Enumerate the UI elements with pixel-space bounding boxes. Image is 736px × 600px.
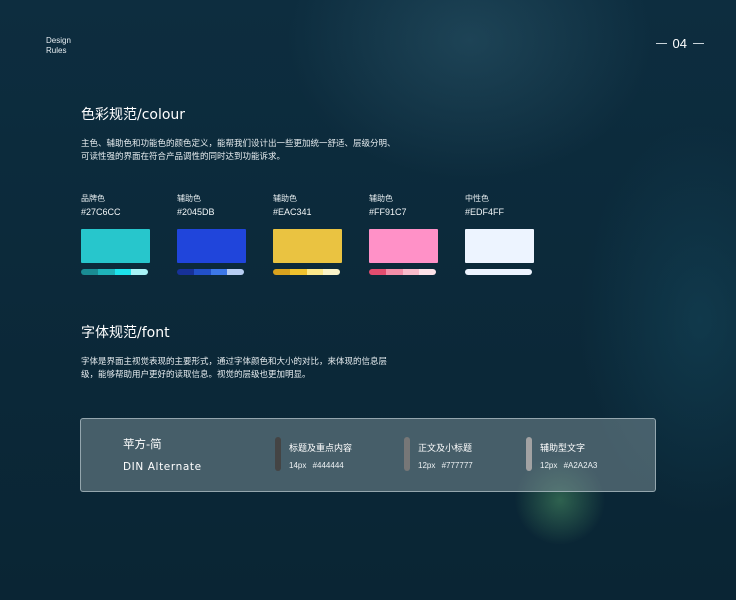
shade xyxy=(193,269,211,275)
swatch-shade-bar xyxy=(369,269,436,275)
typeface-cn: 苹方-简 xyxy=(123,437,162,451)
shade xyxy=(289,269,307,275)
swatch-auxiliary-pink: 辅助色 #FF91C7 xyxy=(369,193,438,275)
swatch-shade-bar xyxy=(465,269,532,275)
spec-meta: 12px #777777 xyxy=(418,461,473,470)
shade xyxy=(481,269,499,275)
swatch-color-block xyxy=(177,229,246,263)
background xyxy=(0,0,736,600)
shade xyxy=(210,269,228,275)
swatch-role: 品牌色 xyxy=(81,194,105,203)
dash-right xyxy=(693,43,704,44)
swatch-role: 辅助色 xyxy=(369,194,393,203)
text-color-pill xyxy=(526,437,532,471)
shade xyxy=(97,269,115,275)
swatch-shade-bar xyxy=(81,269,148,275)
shade xyxy=(323,269,340,275)
font-description-line-1: 字体是界面主视觉表现的主要形式，通过字体颜色和大小的对比，来体现的信息层 xyxy=(81,357,388,367)
text-color-pill xyxy=(404,437,410,471)
spec-label: 正文及小标题 xyxy=(418,444,473,454)
swatch-role: 辅助色 xyxy=(177,194,201,203)
colour-description-line-1: 主色、辅助色和功能色的颜色定义，能帮我们设计出一些更加统一舒适、层级分明、 xyxy=(81,139,396,149)
dash-left xyxy=(655,43,667,44)
shade xyxy=(114,269,132,275)
swatch-hex: #FF91C7 xyxy=(369,207,407,217)
shade xyxy=(498,269,516,275)
font-description-line-2: 级，能够帮助用户更好的读取信息。视觉的层级也更加明显。 xyxy=(81,370,311,380)
shade xyxy=(177,269,194,275)
colour-description-line-2: 可读性强的界面在符合产品调性的同时达到功能诉求。 xyxy=(81,152,286,162)
swatch-hex: #EAC341 xyxy=(273,207,312,217)
swatch-neutral: 中性色 #EDF4FF xyxy=(465,193,534,275)
shade xyxy=(402,269,420,275)
spec-label: 标题及重点内容 xyxy=(289,444,353,454)
swatch-role: 辅助色 xyxy=(273,194,297,203)
font-description: 字体是界面主视觉表现的主要形式，通过字体颜色和大小的对比，来体现的信息层 级，能… xyxy=(81,356,471,382)
shade xyxy=(465,269,482,275)
shade xyxy=(369,269,386,275)
swatch-hex: #EDF4FF xyxy=(465,207,505,217)
shade xyxy=(81,269,98,275)
brand-line-2: Rules xyxy=(46,46,67,55)
swatch-shade-bar xyxy=(273,269,340,275)
font-section-title: 字体规范/font xyxy=(81,325,170,341)
text-spec-heading: 标题及重点内容 14px #444444 xyxy=(275,437,352,471)
colour-swatches: 品牌色 #27C6CC 辅助色 #2045DB 辅助色 #EAC341 辅助色 … xyxy=(81,193,561,275)
swatch-color-block xyxy=(465,229,534,263)
spec-label: 辅助型文字 xyxy=(540,444,586,454)
spec-meta: 12px #A2A2A3 xyxy=(540,461,598,470)
spec-meta: 14px #444444 xyxy=(289,461,344,470)
shade xyxy=(131,269,148,275)
text-spec-body: 正文及小标题 12px #777777 xyxy=(404,437,473,471)
text-spec-auxiliary: 辅助型文字 12px #A2A2A3 xyxy=(526,437,597,471)
colour-description: 主色、辅助色和功能色的颜色定义，能帮我们设计出一些更加统一舒适、层级分明、 可读… xyxy=(81,138,471,164)
swatch-hex: #27C6CC xyxy=(81,207,121,217)
text-color-pill xyxy=(275,437,281,471)
shade xyxy=(273,269,290,275)
swatch-role: 中性色 xyxy=(465,194,489,203)
shade xyxy=(306,269,324,275)
shade xyxy=(419,269,436,275)
brand-line-1: Design xyxy=(46,36,71,45)
swatch-color-block xyxy=(369,229,438,263)
swatch-auxiliary-blue: 辅助色 #2045DB xyxy=(177,193,246,275)
swatch-shade-bar xyxy=(177,269,244,275)
page-number: 04 xyxy=(655,36,704,51)
swatch-brand: 品牌色 #27C6CC xyxy=(81,193,150,275)
typeface-card: 苹方-简 DIN Alternate 标题及重点内容 14px #444444 … xyxy=(80,418,656,492)
swatch-color-block xyxy=(273,229,342,263)
shade xyxy=(515,269,532,275)
shade xyxy=(385,269,403,275)
page-number-text: 04 xyxy=(672,36,687,51)
swatch-hex: #2045DB xyxy=(177,207,215,217)
typeface-en: DIN Alternate xyxy=(123,461,202,473)
brand-label: Design Rules xyxy=(46,36,71,56)
shade xyxy=(227,269,244,275)
swatch-auxiliary-yellow: 辅助色 #EAC341 xyxy=(273,193,342,275)
swatch-color-block xyxy=(81,229,150,263)
colour-section-title: 色彩规范/colour xyxy=(81,107,186,123)
